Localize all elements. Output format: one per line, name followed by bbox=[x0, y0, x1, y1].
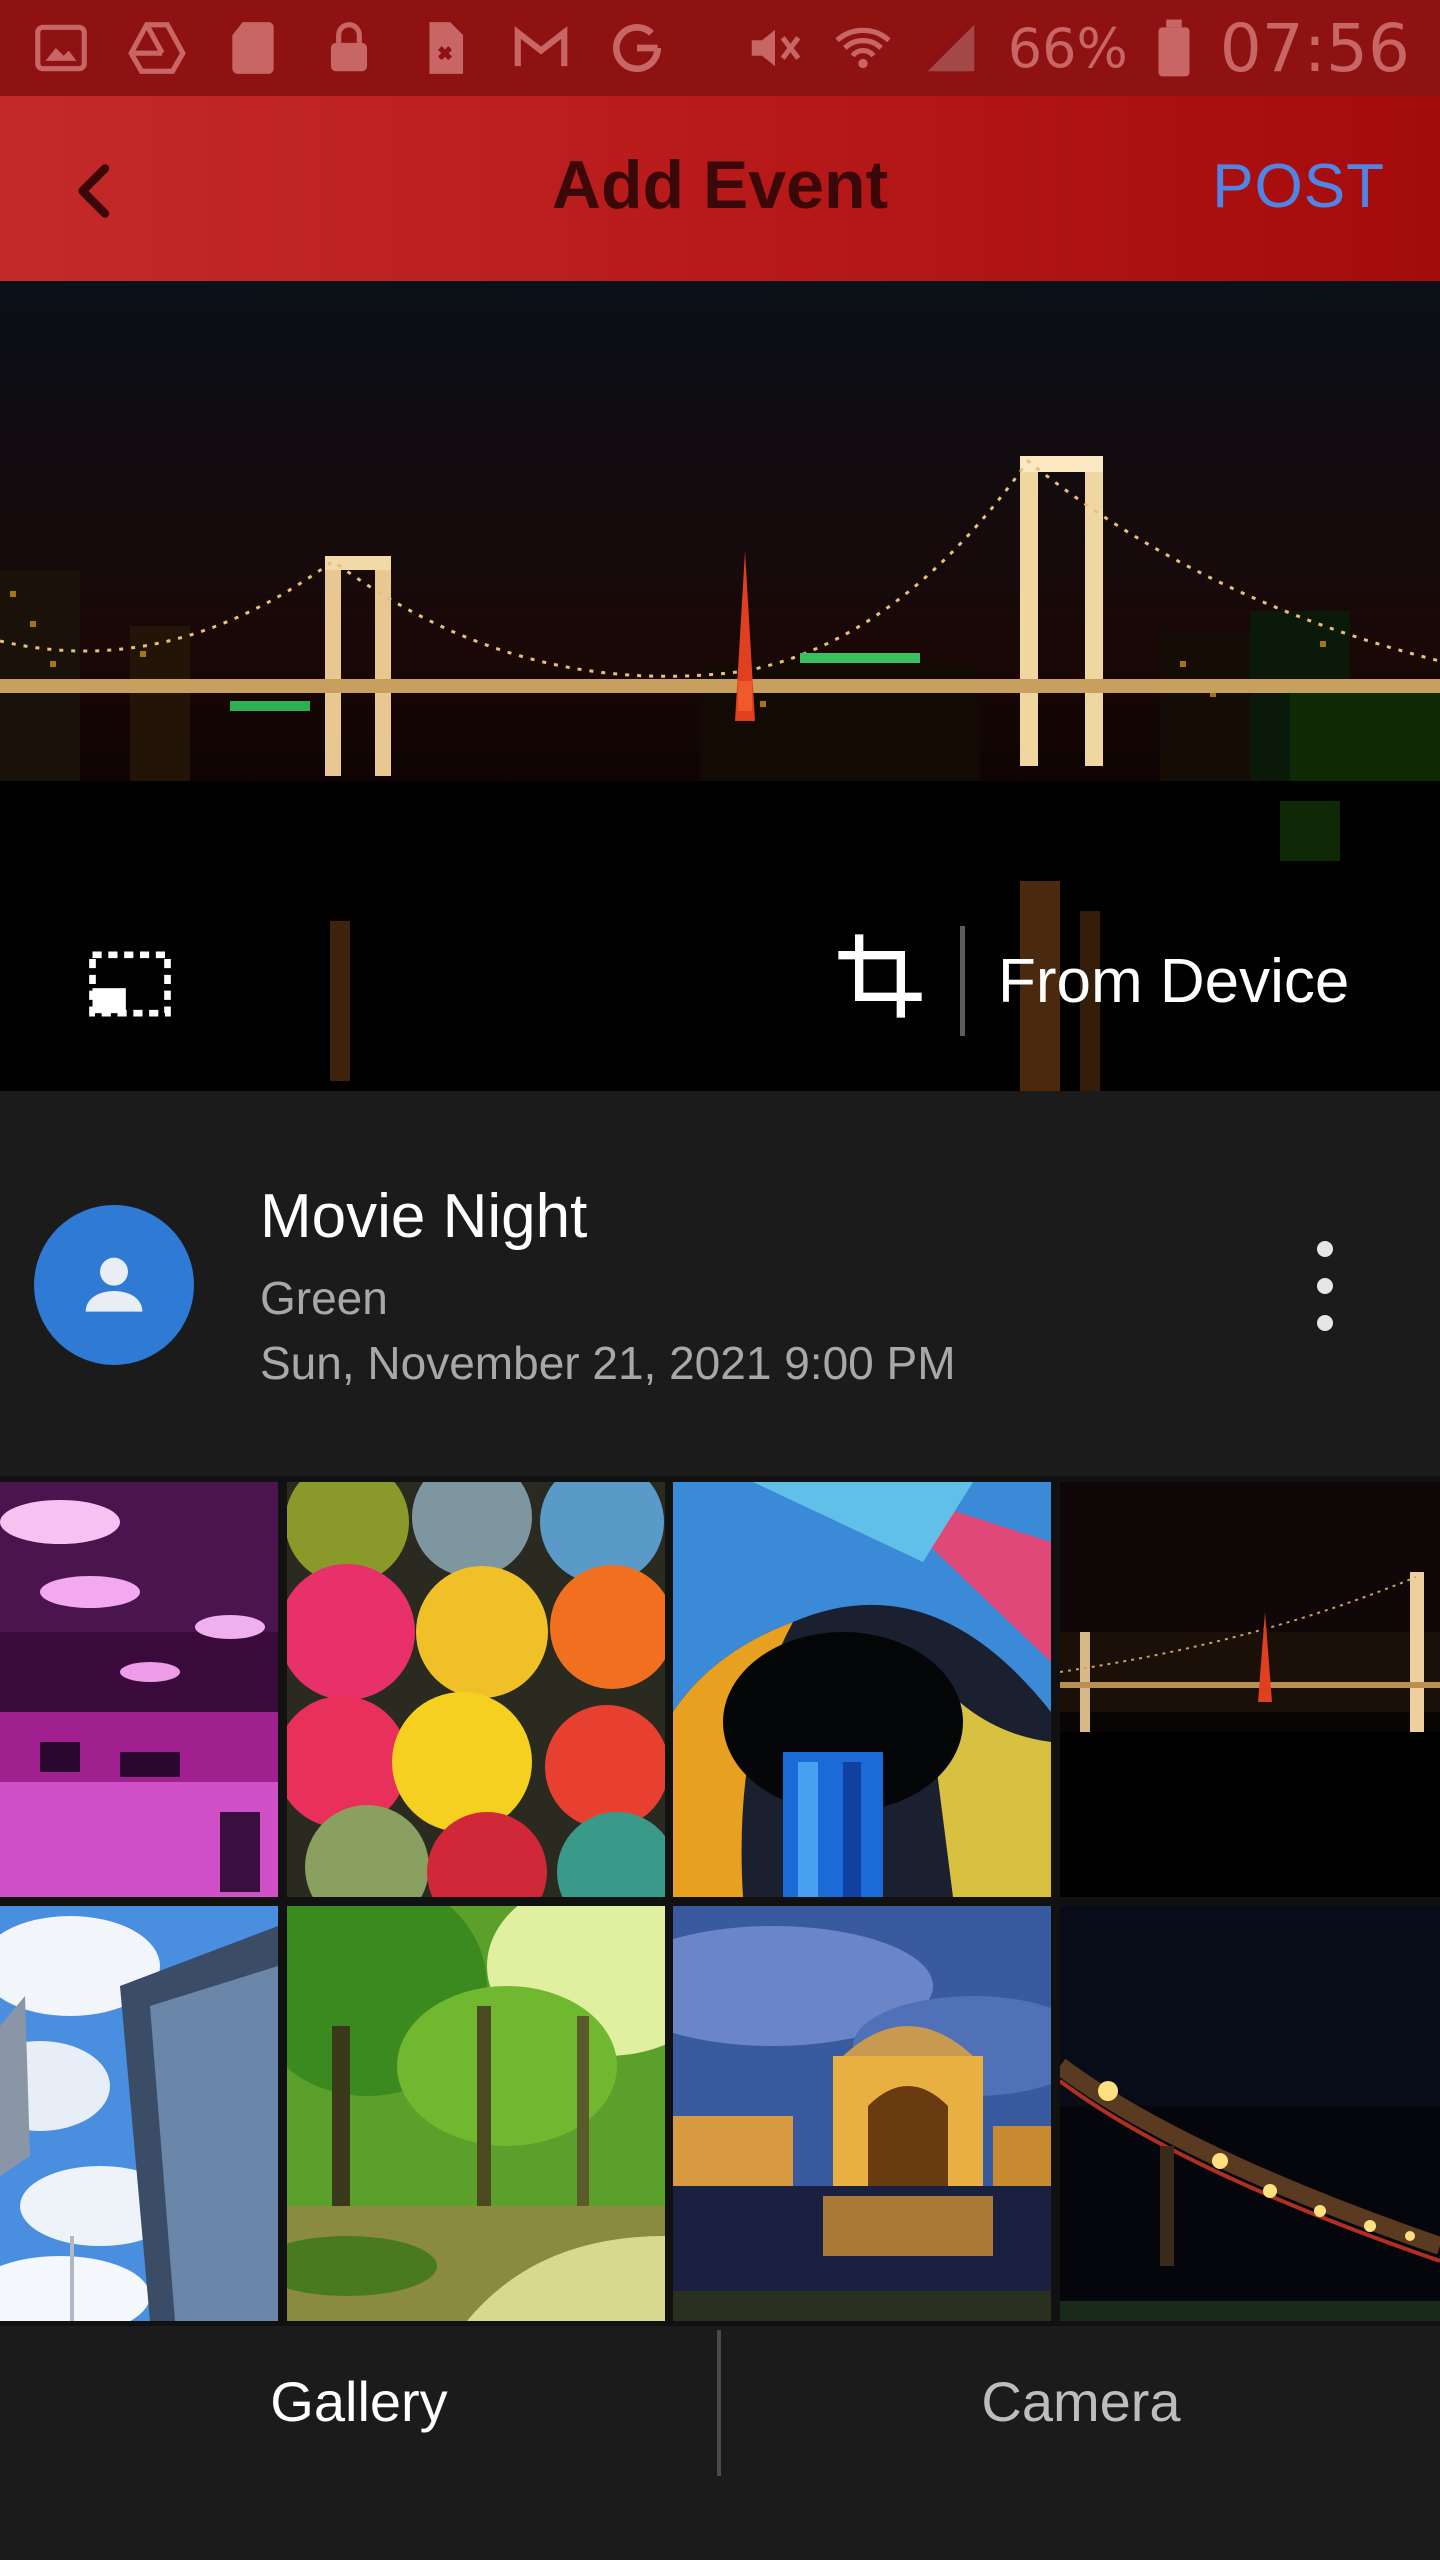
signal-icon bbox=[927, 24, 975, 72]
aspect-ratio-icon[interactable] bbox=[80, 934, 180, 1034]
lock-icon bbox=[330, 22, 368, 72]
tab-divider bbox=[717, 2330, 721, 2476]
image-source-label[interactable]: From Device bbox=[998, 946, 1349, 1017]
tab-camera[interactable]: Camera bbox=[722, 2326, 1440, 2476]
thumbnail-palace-at-dusk[interactable] bbox=[673, 1906, 1051, 2321]
more-vert-icon[interactable] bbox=[1300, 1241, 1350, 1331]
thumbnail-stained-glass-dome[interactable] bbox=[673, 1482, 1051, 1897]
thumbnail-green-forest[interactable] bbox=[287, 1906, 665, 2321]
event-subtitle: Green bbox=[260, 1272, 388, 1324]
status-bar: 66% 07:56 bbox=[0, 0, 1440, 96]
avatar bbox=[34, 1205, 194, 1365]
thumbnail-purple-event-hall[interactable] bbox=[0, 1482, 278, 1897]
mute-icon bbox=[751, 29, 801, 67]
event-title: Movie Night bbox=[260, 1182, 588, 1251]
notification-icons bbox=[30, 14, 668, 82]
event-card: Movie Night Green Sun, November 21, 2021… bbox=[0, 1091, 1440, 1476]
wifi-icon bbox=[835, 27, 891, 69]
system-icons: 66% 07:56 bbox=[744, 10, 1410, 87]
sd-card-icon bbox=[232, 22, 274, 74]
app-bar: Add Event POST bbox=[0, 96, 1440, 281]
thumbnail-night-bridge[interactable] bbox=[1060, 1482, 1440, 1897]
thumbnail-yarn-balls[interactable] bbox=[287, 1482, 665, 1897]
google-icon bbox=[612, 24, 662, 73]
app-screen: 66% 07:56 Add Event POST From Device Mov… bbox=[0, 0, 1440, 2560]
image-preview: From Device bbox=[0, 281, 1440, 1091]
tab-gallery[interactable]: Gallery bbox=[0, 2326, 718, 2476]
crop-icon[interactable] bbox=[830, 926, 930, 1026]
gmail-icon bbox=[514, 26, 568, 67]
event-datetime: Sun, November 21, 2021 9:00 PM bbox=[260, 1337, 956, 1389]
gallery-icon bbox=[35, 24, 87, 72]
battery-percent: 66% bbox=[1007, 16, 1128, 80]
person-icon bbox=[85, 1257, 143, 1312]
drive-icon bbox=[128, 22, 186, 74]
battery-icon bbox=[1158, 19, 1190, 77]
source-tabs: Gallery Camera bbox=[0, 2326, 1440, 2560]
gallery-grid bbox=[0, 1476, 1440, 2326]
status-clock: 07:56 bbox=[1219, 9, 1410, 87]
file-icon bbox=[429, 22, 464, 74]
preview-divider bbox=[960, 926, 965, 1036]
post-button[interactable]: POST bbox=[1212, 151, 1385, 222]
thumbnail-night-bridge-lights[interactable] bbox=[1060, 1906, 1440, 2321]
thumbnail-skyscraper-sky[interactable] bbox=[0, 1906, 278, 2321]
